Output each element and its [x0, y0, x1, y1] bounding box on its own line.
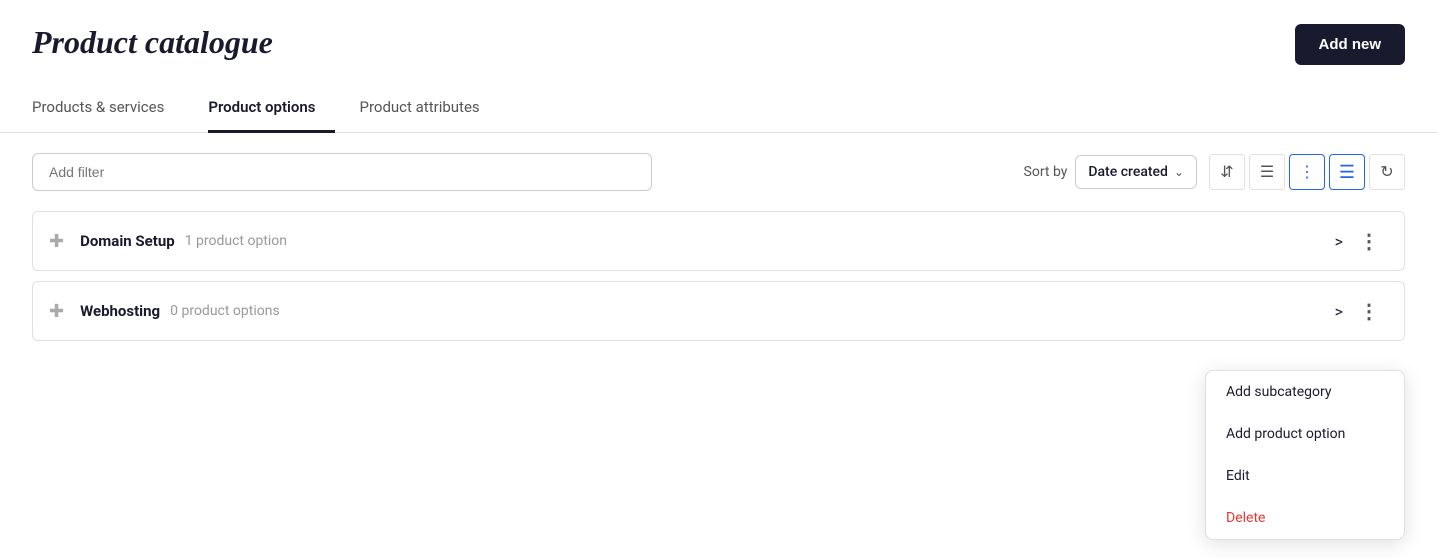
tab-products-services[interactable]: Products & services — [32, 86, 184, 133]
context-menu-add-subcategory[interactable]: Add subcategory — [1206, 371, 1404, 413]
context-menu-edit[interactable]: Edit — [1206, 455, 1404, 497]
context-menu-delete[interactable]: Delete — [1206, 497, 1404, 539]
refresh-button[interactable]: ↻ — [1369, 154, 1405, 190]
sort-direction-button[interactable]: ⇵ — [1209, 154, 1245, 190]
sort-dir-icon: ⇵ — [1220, 162, 1233, 182]
sort-area: Sort by Date created ⌄ — [1024, 155, 1197, 189]
rows-view-icon: ☰ — [1339, 162, 1355, 183]
list-view-icon: ☰ — [1260, 162, 1274, 182]
drag-handle-icon[interactable]: ✚ — [49, 231, 64, 252]
sort-select[interactable]: Date created ⌄ — [1075, 155, 1197, 189]
toolbar: Sort by Date created ⌄ ⇵ ☰ ⋮ ☰ ↻ — [0, 133, 1437, 211]
list-item: ✚ Domain Setup 1 product option > ⋮ — [32, 211, 1405, 271]
context-menu-add-product-option[interactable]: Add product option — [1206, 413, 1404, 455]
tab-product-attributes[interactable]: Product attributes — [359, 86, 499, 133]
row-expand-icon[interactable]: > — [1335, 232, 1343, 251]
row-expand-icon[interactable]: > — [1335, 302, 1343, 321]
sort-value: Date created — [1088, 164, 1168, 180]
drag-handle-icon[interactable]: ✚ — [49, 301, 64, 322]
filter-input[interactable] — [32, 153, 652, 191]
refresh-icon: ↻ — [1380, 162, 1393, 182]
row-count: 0 product options — [170, 303, 280, 319]
page-header: Product catalogue Add new — [0, 0, 1437, 65]
list-view-button[interactable]: ☰ — [1249, 154, 1285, 190]
row-count: 1 product option — [185, 233, 287, 249]
sort-label: Sort by — [1024, 164, 1068, 180]
row-name: Domain Setup — [80, 232, 175, 250]
grid-view-icon: ⋮ — [1299, 162, 1315, 182]
list-container: ✚ Domain Setup 1 product option > ⋮ ✚ We… — [0, 211, 1437, 341]
context-menu: Add subcategory Add product option Edit … — [1205, 370, 1405, 540]
chevron-down-icon: ⌄ — [1174, 165, 1184, 179]
tab-bar: Products & services Product options Prod… — [0, 85, 1437, 133]
add-new-button[interactable]: Add new — [1295, 24, 1406, 65]
grid-view-button[interactable]: ⋮ — [1289, 154, 1325, 190]
page-title: Product catalogue — [32, 24, 273, 61]
rows-view-button[interactable]: ☰ — [1329, 154, 1365, 190]
toolbar-icons: ⇵ ☰ ⋮ ☰ ↻ — [1209, 154, 1405, 190]
tab-product-options[interactable]: Product options — [208, 86, 335, 133]
row-more-button[interactable]: ⋮ — [1351, 225, 1388, 258]
row-name: Webhosting — [80, 302, 160, 320]
row-more-button[interactable]: ⋮ — [1351, 295, 1388, 328]
list-item: ✚ Webhosting 0 product options > ⋮ — [32, 281, 1405, 341]
